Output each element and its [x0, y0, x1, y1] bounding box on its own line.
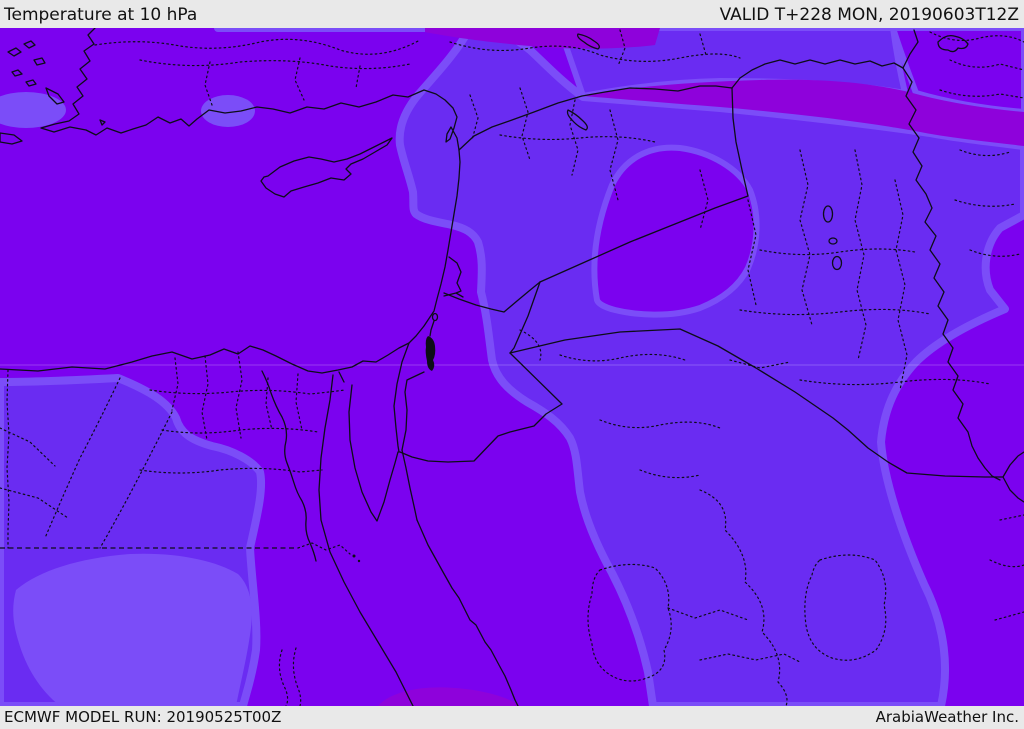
red-sea-islet	[357, 559, 361, 563]
map-title: Temperature at 10 hPa	[4, 5, 198, 25]
map-area	[0, 28, 1024, 707]
header-bar: Temperature at 10 hPa VALID T+228 MON, 2…	[0, 0, 1024, 28]
temp-region-light-core	[13, 553, 252, 706]
footer-bar: ECMWF MODEL RUN: 20190525T00Z ArabiaWeat…	[0, 706, 1024, 729]
weather-map-screen: Temperature at 10 hPa VALID T+228 MON, 2…	[0, 0, 1024, 729]
temp-region-light-lens-rhodes	[201, 95, 255, 127]
model-run-label: ECMWF MODEL RUN: 20190525T00Z	[4, 708, 282, 726]
weather-map-svg	[0, 28, 1024, 707]
temp-region-violet-spur	[591, 144, 760, 318]
credit-label: ArabiaWeather Inc.	[875, 708, 1019, 726]
valid-time-label: VALID T+228 MON, 20190603T12Z	[719, 5, 1019, 25]
temp-shading	[0, 28, 1024, 707]
red-sea-islet	[352, 554, 356, 558]
